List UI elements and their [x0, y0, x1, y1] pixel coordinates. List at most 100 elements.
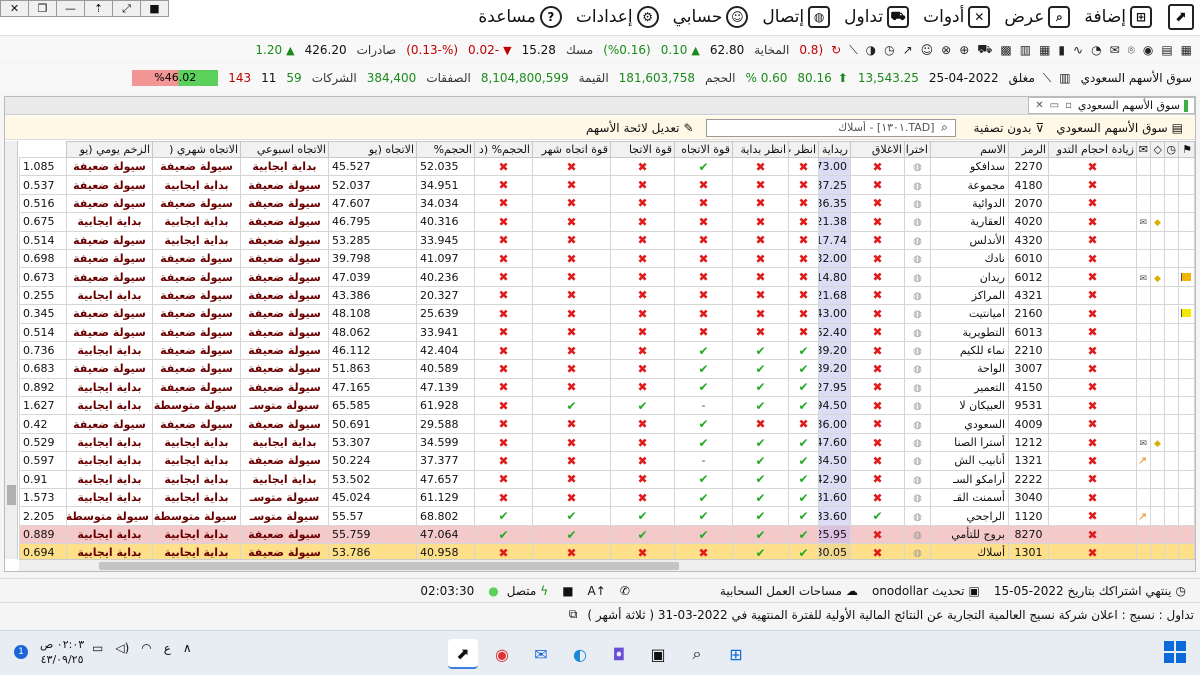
menu-item-user[interactable]: ☺ حسابي	[673, 6, 749, 28]
column-header[interactable]: قوة اتجاه شهر	[532, 141, 611, 158]
mail-cell[interactable]	[1136, 543, 1151, 559]
clock-cell[interactable]	[1164, 359, 1179, 379]
mail-cell[interactable]	[1136, 248, 1151, 269]
alert-cell[interactable]	[1150, 377, 1165, 398]
table-row[interactable]: ✖ 4009 السعودي ◍ ✖ 36.00 ✖ ✖ ✔ ✖ ✖ ✖ 29.588 50.691 سيو…	[19, 414, 1195, 434]
edge-icon[interactable]: ◐	[565, 639, 595, 669]
clock-cell[interactable]	[1164, 469, 1179, 490]
pin-cell[interactable]: ◍	[904, 359, 931, 379]
volume-icon[interactable]: ◁)	[115, 641, 129, 655]
alert-cell[interactable]	[1150, 543, 1165, 559]
col-flag-icon[interactable]: ⚑	[1178, 141, 1195, 158]
table-row[interactable]: ✖ 2070 الدوائية ◍ ✖ 36.35 ✖ ✖ ✖ ✖ ✖ ✖ 34.034 47.607 سي…	[19, 193, 1195, 214]
table-row[interactable]: ✖ 4180 مجموعة ◍ ✖ 37.25 ✖ ✖ ✖ ✖ ✖ ✖ 34.951 52.037 سيول…	[19, 175, 1195, 195]
table-row[interactable]: ✖ 3040 أسمنت القـ ◍ ✖ 81.60 ✔ ✔ ✔ ✖ ✖ ✖ 61.129 45.024…	[19, 488, 1195, 508]
table-row[interactable]: ↗✖1120الراجحي◍✔183.60✔✔✔✔✔✔68.80255.57سي…	[19, 506, 1195, 526]
table-row[interactable]: ✖ 2270سدافكو ◍ ✖ 173.00 ✖ ✖ ✔ ✖ ✖ ✖ 52.03545.527بدا…	[19, 156, 1195, 177]
video-icon[interactable]: ■	[140, 0, 169, 17]
table-row[interactable]: ✖ 4321 المراكز ◍ ✖ 21.68 ✖ ✖ ✖ ✖ ✖ ✖ 20.327 43.386 سيو…	[19, 285, 1195, 306]
col-alert-icon[interactable]: ◇	[1150, 141, 1165, 158]
table-row[interactable]: ✖ 8270 بروج للتأمي ◍ ✖ 25.95 ✔ ✔ ✔ ✔ ✔ ✔ 47.064 55.75…	[19, 524, 1195, 545]
close-window-icon[interactable]: ✕	[0, 0, 29, 17]
alert-cell[interactable]: ◆	[1150, 212, 1165, 232]
symbol-name[interactable]: التطويرية	[930, 322, 1009, 342]
flag-icon[interactable]	[1181, 309, 1191, 318]
symbol-code[interactable]: 1301	[1008, 543, 1049, 559]
symbol-code[interactable]: 2222	[1008, 469, 1049, 490]
horizontal-scroll-thumb[interactable]	[99, 562, 679, 570]
column-header[interactable]: انظر بداية	[732, 141, 789, 158]
alert-cell[interactable]: ◆	[1150, 432, 1165, 453]
flag-cell[interactable]	[1178, 488, 1195, 508]
symbol-name[interactable]: الأندلس	[930, 230, 1009, 250]
symbol-search[interactable]: ⌕	[705, 118, 956, 137]
column-header[interactable]: اختراق	[904, 141, 931, 158]
alert-cell[interactable]	[1150, 175, 1165, 195]
pin-cell[interactable]: ◍	[904, 304, 931, 324]
pin-cell[interactable]: ◍	[904, 322, 931, 342]
alert-cell[interactable]	[1150, 285, 1165, 306]
column-header[interactable]: الاتجاه (يو	[328, 141, 417, 158]
alert-cell[interactable]: ◆	[1150, 267, 1165, 287]
alert-cell[interactable]	[1150, 156, 1165, 177]
menu-item-help[interactable]: ? مساعدة	[478, 6, 562, 28]
alert-cell[interactable]	[1150, 359, 1165, 379]
update-button[interactable]: ▣ تحديث onodollar	[872, 584, 980, 598]
pin-cell[interactable]: ◍	[904, 340, 931, 361]
clock-cell[interactable]	[1164, 156, 1179, 177]
symbol-code[interactable]: 2270	[1008, 156, 1049, 177]
flag-cell[interactable]	[1178, 285, 1195, 306]
tab-restore-icon[interactable]: ▭	[1050, 98, 1059, 114]
tab-close-icon[interactable]: ✕	[1035, 98, 1043, 114]
trading-app-icon[interactable]: ⬈	[448, 639, 478, 669]
clock-cell[interactable]	[1164, 212, 1179, 232]
pin-cell[interactable]: ◍	[904, 285, 931, 306]
symbol-code[interactable]: 6012	[1008, 267, 1049, 287]
column-header[interactable]: الحجم% (د	[474, 141, 533, 158]
symbol-name[interactable]: نماء للكيم	[930, 340, 1009, 361]
app-logo-icon[interactable]: ⬈	[1168, 4, 1194, 30]
table-row[interactable]: ✖ 9531 العبيكان لا ◍ ✖ 94.50 ✔ ✔ - ✔ ✔ ✖ 61.928 65.58…	[19, 396, 1195, 416]
table-row[interactable]: ✖ 6013التطويرية ◍ ✖ 262.40 ✖ ✖ ✖ ✖ ✖ ✖ 33.94148.062…	[19, 322, 1195, 342]
chrome-icon[interactable]: ◉	[487, 639, 517, 669]
people-icon[interactable]: ☺	[921, 43, 934, 57]
cloud-workspaces-button[interactable]: ☁ مساحات العمل السحابية	[720, 584, 858, 598]
pin-cell[interactable]: ◍	[904, 469, 931, 490]
flag-cell[interactable]	[1178, 248, 1195, 269]
clock-cell[interactable]	[1164, 285, 1179, 306]
clock-cell[interactable]	[1164, 488, 1179, 508]
wifi-icon[interactable]: ◠	[141, 641, 151, 655]
flag-icon[interactable]: ▦	[1181, 43, 1192, 57]
mail-cell[interactable]	[1136, 230, 1151, 250]
search-icon[interactable]: ⌕	[682, 639, 712, 669]
symbol-code[interactable]: 1321	[1008, 451, 1049, 471]
clock-cell[interactable]	[1164, 304, 1179, 324]
external-link-icon[interactable]: ⧉	[569, 607, 578, 622]
market-filter-button[interactable]: ▤ سوق الأسهم السعودي	[1056, 121, 1183, 135]
refresh-icon[interactable]: ↻	[831, 43, 841, 57]
table-row[interactable]: ✖ 2160 اميانتيت ◍ ✖ 43.00 ✖ ✖ ✖ ✖ ✖ ✖ 25.639 48.108 سي…	[19, 304, 1195, 324]
flag-cell[interactable]	[1178, 377, 1195, 398]
column-header[interactable]: الاتجاه اسبوعي	[240, 141, 329, 158]
toolbar-icon-3[interactable]: ⌾	[1128, 43, 1135, 58]
wave-icon[interactable]: ∿	[1073, 43, 1083, 57]
line-icon[interactable]: ⟋	[849, 43, 857, 58]
pin-cell[interactable]: ◍	[904, 175, 931, 195]
tab-menu-icon[interactable]: ▫	[1065, 98, 1072, 114]
pin-cell[interactable]: ◍	[904, 230, 931, 250]
flag-cell[interactable]	[1178, 156, 1195, 177]
symbol-name[interactable]: اميانتيت	[930, 304, 1009, 324]
alert-cell[interactable]	[1150, 230, 1165, 250]
mail-cell[interactable]	[1136, 359, 1151, 379]
pin-cell[interactable]: ◍	[904, 377, 931, 398]
alert-cell[interactable]	[1150, 304, 1165, 324]
symbol-code[interactable]: 2070	[1008, 193, 1049, 214]
symbol-name[interactable]: أسمنت القـ	[930, 488, 1009, 508]
pin-cell[interactable]: ◍	[904, 414, 931, 434]
symbol-name[interactable]: أرامكو السـ	[930, 469, 1009, 490]
table-row[interactable]: ✖ 2222 أرامكو السـ ◍ ✖ 42.90 ✔ ✔ ✔ ✖ ✖ ✖ 47.657 53.50…	[19, 469, 1195, 490]
col-clock-icon[interactable]: ◷	[1164, 141, 1179, 158]
mail-cell[interactable]	[1136, 156, 1151, 177]
chart-icon[interactable]: ▮	[1058, 43, 1065, 57]
expand-icon[interactable]: ⤢	[112, 0, 141, 17]
